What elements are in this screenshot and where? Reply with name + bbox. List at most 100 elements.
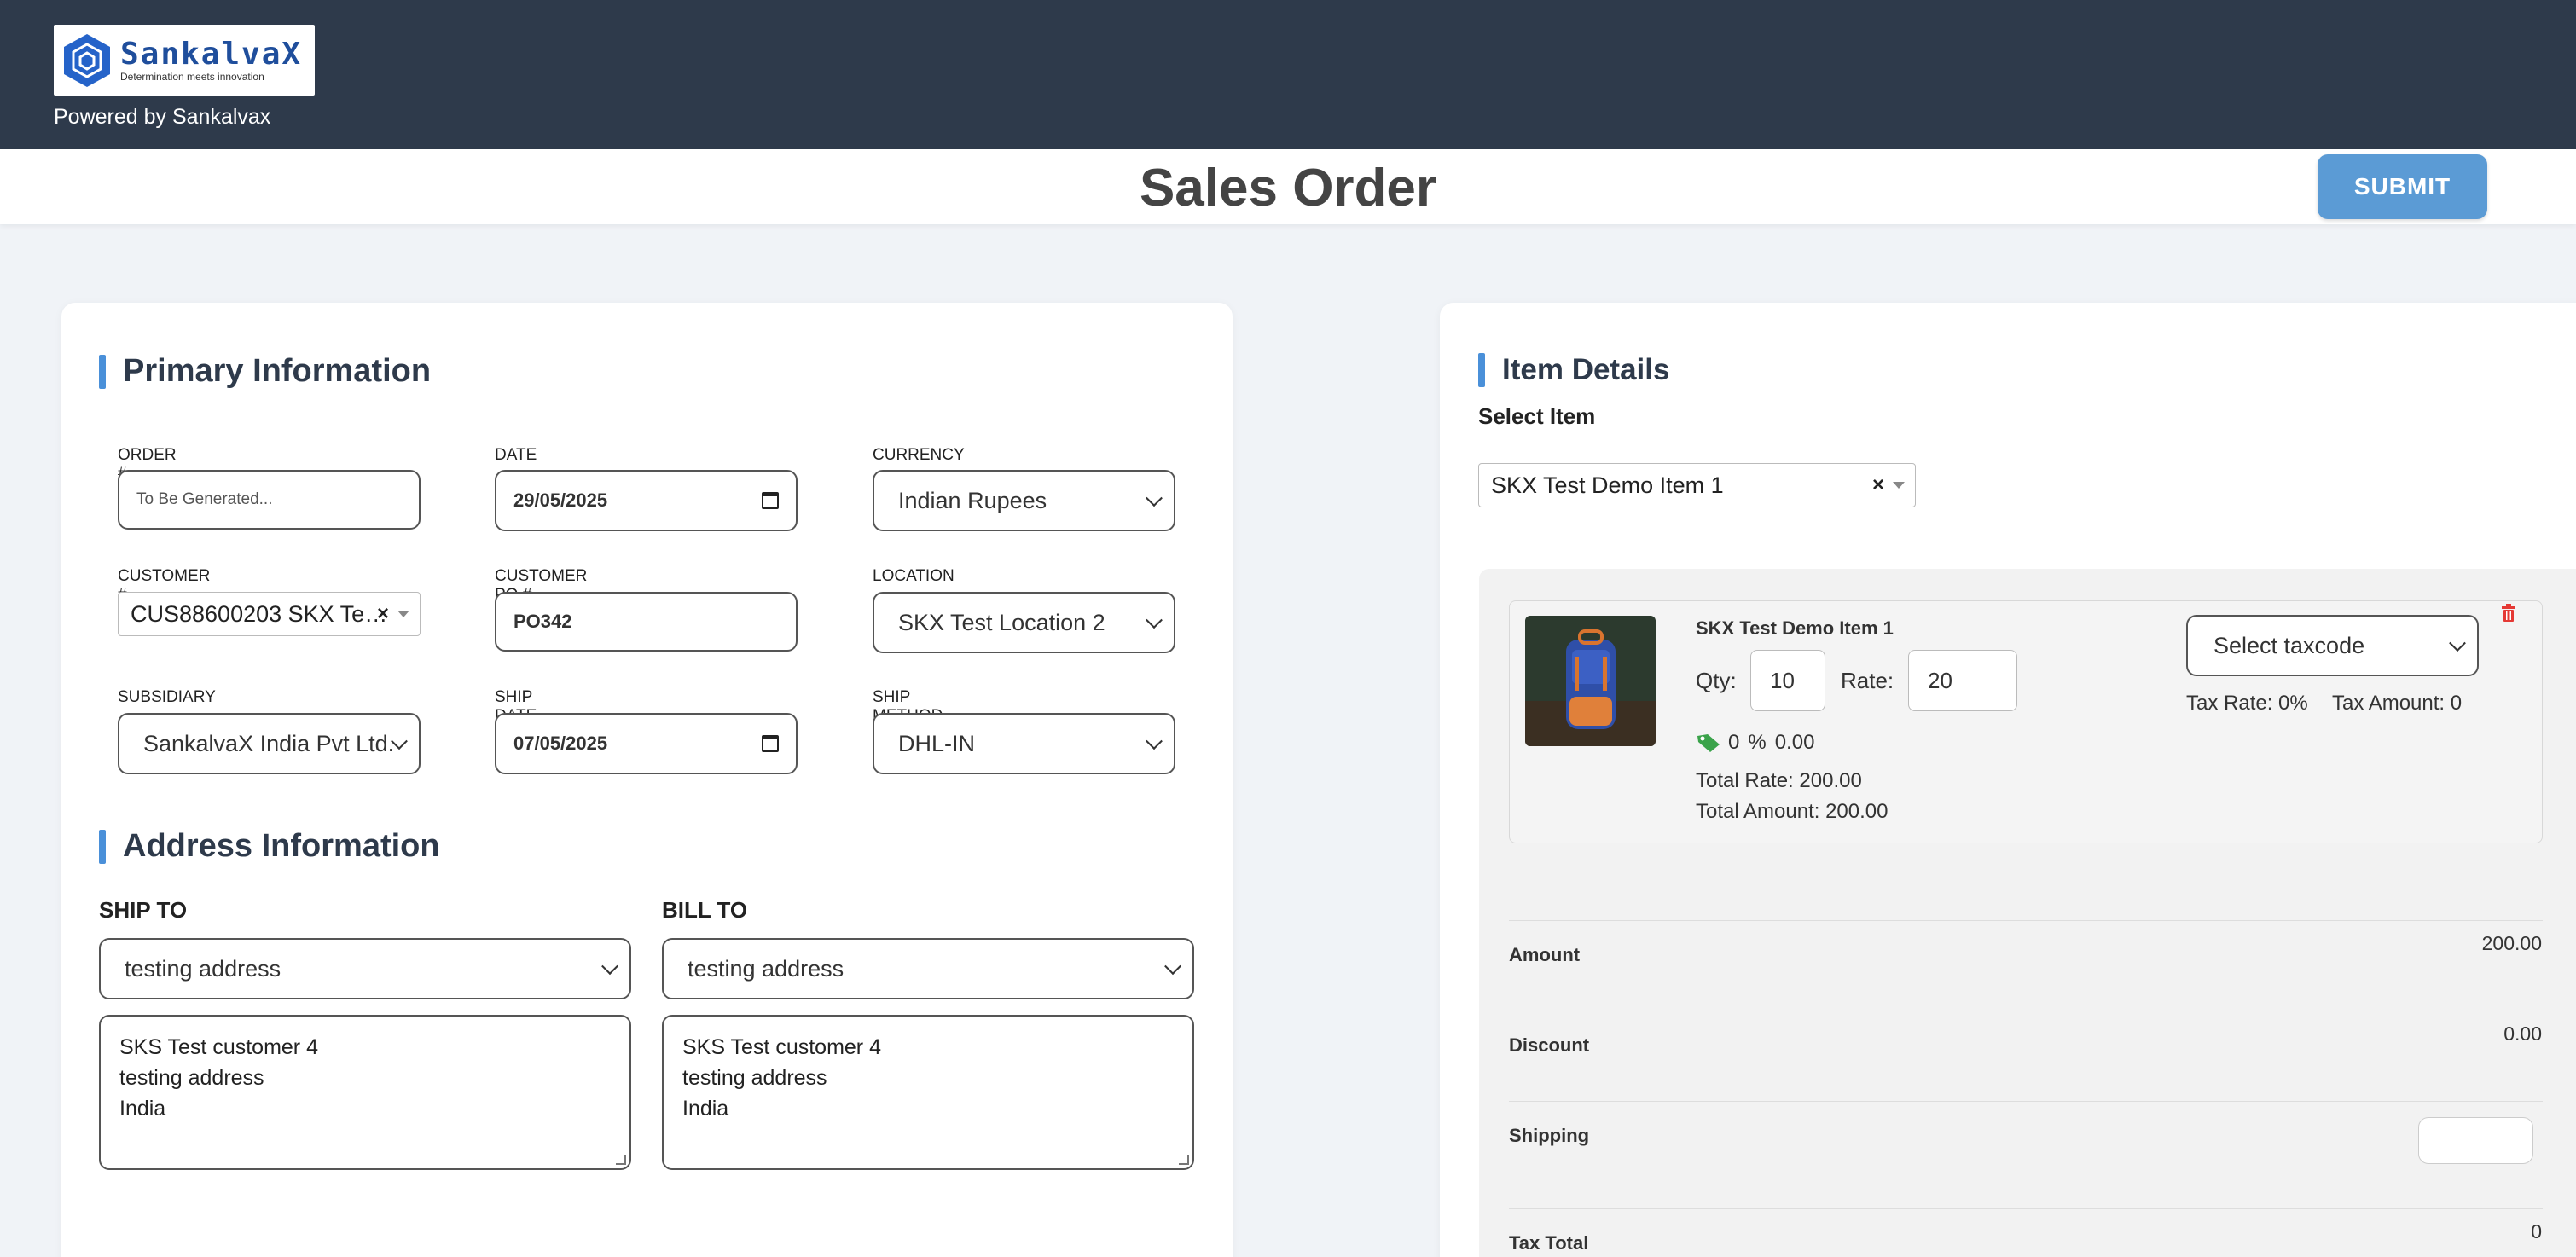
order-no-placeholder: To Be Generated... bbox=[136, 490, 273, 508]
resize-handle-icon[interactable] bbox=[616, 1155, 626, 1165]
item-select[interactable]: SKX Test Demo Item 1 × bbox=[1478, 463, 1916, 507]
backpack-image-icon bbox=[1525, 616, 1656, 746]
chevron-down-icon bbox=[601, 958, 618, 976]
clear-x-icon[interactable]: × bbox=[1872, 473, 1884, 497]
taxcode-placeholder: Select taxcode bbox=[2213, 632, 2365, 658]
chevron-down-icon bbox=[2449, 634, 2466, 652]
location-label: LOCATION bbox=[873, 567, 954, 585]
item-image bbox=[1525, 616, 1656, 746]
bill-to-select-value: testing address bbox=[688, 955, 844, 982]
item-details-heading: Item Details bbox=[1478, 353, 1669, 387]
percent-symbol: % bbox=[1748, 731, 1767, 754]
subsidiary-label: SUBSIDIARY bbox=[118, 688, 216, 706]
total-rate-text: Total Rate: 200.00 bbox=[1696, 769, 1862, 792]
heading-accent-bar bbox=[1478, 353, 1485, 387]
totals-divider bbox=[1509, 920, 2543, 921]
ship-method-value: DHL-IN bbox=[898, 730, 976, 756]
currency-value: Indian Rupees bbox=[898, 487, 1047, 513]
shipping-label: Shipping bbox=[1509, 1125, 1590, 1146]
date-label: DATE bbox=[495, 446, 537, 464]
qty-input[interactable]: 10 bbox=[1750, 650, 1825, 711]
order-no-input[interactable]: To Be Generated... bbox=[118, 470, 421, 530]
amount-label: Amount bbox=[1509, 944, 1581, 965]
customer-po-value: PO342 bbox=[513, 611, 572, 632]
subsidiary-select[interactable]: SankalvaX India Pvt Ltd. bbox=[118, 713, 421, 774]
page-title: Sales Order bbox=[1139, 159, 1437, 217]
taxcode-select[interactable]: Select taxcode bbox=[2186, 615, 2479, 676]
ship-to-label: SHIP TO bbox=[99, 897, 188, 923]
chevron-down-icon bbox=[1146, 489, 1163, 507]
currency-select[interactable]: Indian Rupees bbox=[873, 470, 1175, 531]
hexagon-logo-icon bbox=[64, 33, 110, 87]
brand-logo[interactable]: SankalvaX Determination meets innovation bbox=[54, 25, 315, 96]
item-select-value: SKX Test Demo Item 1 bbox=[1491, 472, 1724, 498]
location-select[interactable]: SKX Test Location 2 bbox=[873, 592, 1175, 653]
discount-row: 0 % 0.00 bbox=[1696, 731, 1814, 755]
ship-to-select-value: testing address bbox=[125, 955, 281, 982]
address-line: India bbox=[119, 1097, 166, 1121]
resize-handle-icon[interactable] bbox=[1179, 1155, 1189, 1165]
address-line: India bbox=[682, 1097, 729, 1121]
chevron-down-icon bbox=[1164, 958, 1181, 976]
ship-date-input[interactable]: 07/05/2025 bbox=[495, 713, 798, 774]
trash-icon[interactable] bbox=[2501, 604, 2516, 623]
bill-to-select[interactable]: testing address bbox=[662, 938, 1194, 999]
rate-input[interactable]: 20 bbox=[1908, 650, 2017, 711]
heading-accent-bar bbox=[99, 354, 106, 389]
primary-info-title: Primary Information bbox=[123, 353, 432, 389]
amount-value: 200.00 bbox=[2481, 932, 2542, 954]
total-amount-text: Total Amount: 200.00 bbox=[1696, 800, 1888, 823]
chevron-down-icon bbox=[1146, 733, 1163, 750]
customer-value: CUS88600203 SKX Te… bbox=[131, 600, 388, 627]
totals-divider bbox=[1509, 1208, 2543, 1209]
tax-total-label: Tax Total bbox=[1509, 1232, 1589, 1254]
top-header: SankalvaX Determination meets innovation… bbox=[0, 0, 2576, 149]
caret-down-icon[interactable] bbox=[1893, 482, 1905, 489]
calendar-icon[interactable] bbox=[762, 492, 779, 509]
subsidiary-value: SankalvaX India Pvt Ltd. bbox=[143, 730, 395, 756]
totals-divider bbox=[1509, 1101, 2543, 1102]
address-line: testing address bbox=[682, 1066, 827, 1090]
bill-to-label: BILL TO bbox=[662, 897, 748, 923]
discount-label: Discount bbox=[1509, 1034, 1590, 1056]
address-info-title: Address Information bbox=[123, 828, 440, 864]
price-tag-icon bbox=[1697, 734, 1720, 752]
address-line: testing address bbox=[119, 1066, 264, 1090]
date-value: 29/05/2025 bbox=[513, 489, 608, 511]
ship-date-value: 07/05/2025 bbox=[513, 733, 608, 754]
ship-to-address-textarea[interactable]: SKS Test customer 4 testing address Indi… bbox=[99, 1015, 631, 1170]
customer-select[interactable]: CUS88600203 SKX Te… × bbox=[118, 592, 421, 636]
title-bar: Sales Order SUBMIT bbox=[0, 149, 2576, 224]
bill-to-address-textarea[interactable]: SKS Test customer 4 testing address Indi… bbox=[662, 1015, 1194, 1170]
logo-name: SankalvaX bbox=[120, 36, 303, 72]
logo-tagline: Determination meets innovation bbox=[120, 70, 264, 83]
ship-to-select[interactable]: testing address bbox=[99, 938, 631, 999]
clear-x-icon[interactable]: × bbox=[377, 602, 389, 626]
qty-value: 10 bbox=[1770, 667, 1795, 693]
qty-label: Qty: bbox=[1696, 668, 1737, 693]
tax-amount-text: Tax Amount: 0 bbox=[2332, 692, 2463, 715]
calendar-icon[interactable] bbox=[762, 735, 779, 752]
item-details-title: Item Details bbox=[1502, 353, 1670, 386]
discount-amount-value: 0.00 bbox=[1774, 731, 1815, 754]
caret-down-icon[interactable] bbox=[397, 611, 409, 617]
shipping-input[interactable] bbox=[2418, 1117, 2533, 1164]
submit-button[interactable]: SUBMIT bbox=[2318, 154, 2487, 219]
chevron-down-icon bbox=[1146, 611, 1163, 629]
customer-po-input[interactable]: PO342 bbox=[495, 592, 798, 652]
heading-accent-bar bbox=[99, 829, 106, 864]
date-input[interactable]: 29/05/2025 bbox=[495, 470, 798, 531]
discount-percent-value[interactable]: 0 bbox=[1728, 731, 1739, 755]
currency-label: CURRENCY bbox=[873, 446, 965, 464]
rate-label: Rate: bbox=[1841, 668, 1894, 693]
address-line: SKS Test customer 4 bbox=[119, 1035, 318, 1059]
tax-total-value: 0 bbox=[2531, 1220, 2542, 1243]
address-info-heading: Address Information bbox=[99, 828, 440, 865]
rate-value: 20 bbox=[1928, 667, 1952, 693]
primary-info-heading: Primary Information bbox=[99, 353, 431, 390]
tax-rate-text: Tax Rate: 0% bbox=[2186, 692, 2308, 715]
item-line-name: SKX Test Demo Item 1 bbox=[1696, 617, 1894, 639]
ship-method-select[interactable]: DHL-IN bbox=[873, 713, 1175, 774]
powered-by-text: Powered by Sankalvax bbox=[54, 105, 271, 129]
location-value: SKX Test Location 2 bbox=[898, 609, 1105, 635]
